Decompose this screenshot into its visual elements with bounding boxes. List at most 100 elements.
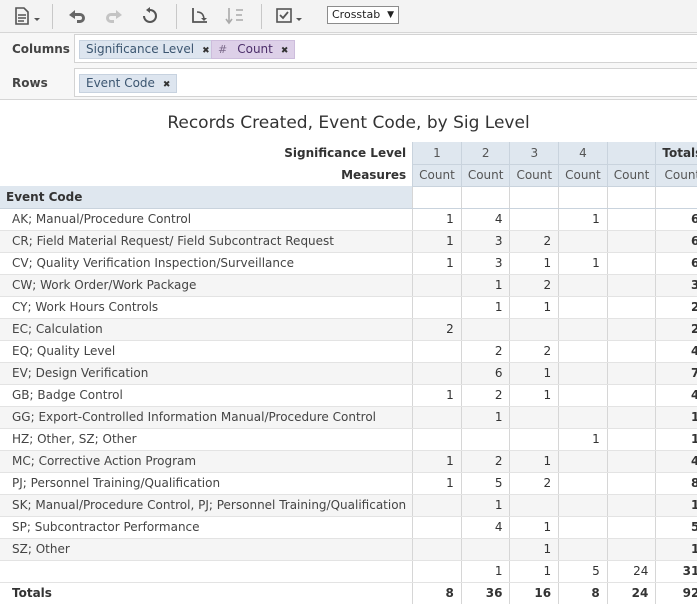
columns-dropzone[interactable]: Significance Level ✖ # Count ✖ — [74, 34, 697, 63]
count-cell[interactable]: 6 — [460, 362, 510, 385]
count-cell[interactable] — [606, 274, 656, 297]
table-row[interactable]: MC; Corrective Action Program1214 — [0, 450, 697, 473]
count-cell[interactable] — [412, 340, 462, 363]
count-cell[interactable]: 1 — [412, 450, 462, 473]
count-cell[interactable]: 3 — [460, 252, 510, 275]
measure-pill[interactable]: # Count ✖ — [211, 40, 296, 59]
count-cell[interactable]: 1 — [412, 230, 462, 253]
row-label[interactable]: CV; Quality Verification Inspection/Surv… — [0, 252, 413, 275]
count-cell[interactable] — [412, 362, 462, 385]
count-cell[interactable] — [606, 428, 656, 451]
reset-icon[interactable] — [137, 5, 163, 27]
count-cell[interactable]: 1 — [509, 560, 559, 583]
count-cell[interactable] — [509, 318, 559, 341]
row-dimension-label[interactable]: Event Code — [0, 186, 413, 209]
count-cell[interactable]: 1 — [509, 384, 559, 407]
count-cell[interactable]: 4 — [460, 516, 510, 539]
count-cell[interactable] — [558, 274, 608, 297]
table-row[interactable]: CV; Quality Verification Inspection/Surv… — [0, 252, 697, 275]
count-cell[interactable]: 5 — [460, 472, 510, 495]
count-cell[interactable]: 1 — [509, 296, 559, 319]
remove-icon[interactable]: ✖ — [281, 46, 289, 56]
table-row[interactable]: EQ; Quality Level 22 4 — [0, 340, 697, 363]
column-header[interactable]: 3 — [509, 142, 559, 165]
redo-icon[interactable] — [101, 5, 127, 27]
count-cell[interactable]: 1 — [509, 450, 559, 473]
column-field-pill[interactable]: Significance Level ✖ — [79, 40, 217, 59]
count-cell[interactable] — [509, 208, 559, 231]
count-cell[interactable] — [558, 538, 608, 561]
count-cell[interactable]: 2 — [460, 340, 510, 363]
table-row[interactable]: CR; Field Material Request/ Field Subcon… — [0, 230, 697, 253]
count-cell[interactable]: 3 — [460, 230, 510, 253]
count-cell[interactable] — [606, 296, 656, 319]
count-cell[interactable] — [412, 428, 462, 451]
count-cell[interactable] — [412, 406, 462, 429]
sort-icon[interactable] — [222, 5, 248, 27]
count-cell[interactable] — [412, 296, 462, 319]
count-cell[interactable] — [606, 362, 656, 385]
row-label[interactable]: SZ; Other — [0, 538, 413, 561]
count-cell[interactable] — [558, 340, 608, 363]
remove-icon[interactable]: ✖ — [163, 80, 171, 90]
row-label[interactable]: AK; Manual/Procedure Control — [0, 208, 413, 231]
count-cell[interactable]: 2 — [509, 340, 559, 363]
table-row[interactable]: 1152431 — [0, 560, 697, 583]
remove-icon[interactable]: ✖ — [202, 46, 210, 56]
count-cell[interactable] — [558, 450, 608, 473]
count-cell[interactable] — [558, 406, 608, 429]
count-cell[interactable]: 5 — [558, 560, 608, 583]
row-label[interactable]: PJ; Personnel Training/Qualification — [0, 472, 413, 495]
count-cell[interactable] — [558, 362, 608, 385]
swap-axes-icon[interactable] — [187, 5, 213, 27]
column-header[interactable]: 4 — [558, 142, 608, 165]
row-label[interactable]: CW; Work Order/Work Package — [0, 274, 413, 297]
row-label[interactable]: HZ; Other, SZ; Other — [0, 428, 413, 451]
count-cell[interactable] — [606, 516, 656, 539]
count-cell[interactable]: 2 — [460, 450, 510, 473]
table-row[interactable]: SZ; Other 1 1 — [0, 538, 697, 561]
row-label[interactable]: SP; Subcontractor Performance — [0, 516, 413, 539]
count-cell[interactable] — [509, 406, 559, 429]
count-cell[interactable] — [606, 230, 656, 253]
table-row[interactable]: CW; Work Order/Work Package 12 3 — [0, 274, 697, 297]
count-cell[interactable]: 1 — [509, 538, 559, 561]
count-cell[interactable] — [606, 384, 656, 407]
column-header[interactable]: 1 — [412, 142, 462, 165]
row-label[interactable]: GG; Export-Controlled Information Manual… — [0, 406, 413, 429]
table-row[interactable]: PJ; Personnel Training/Qualification152 8 — [0, 472, 697, 495]
row-label[interactable]: CR; Field Material Request/ Field Subcon… — [0, 230, 413, 253]
count-cell[interactable]: 1 — [509, 252, 559, 275]
count-cell[interactable] — [606, 340, 656, 363]
count-cell[interactable] — [606, 450, 656, 473]
view-type-select[interactable]: Crosstab ▼ — [327, 6, 399, 24]
count-cell[interactable]: 1 — [460, 406, 510, 429]
row-field-pill[interactable]: Event Code ✖ — [79, 74, 178, 93]
count-cell[interactable] — [558, 318, 608, 341]
count-cell[interactable]: 1 — [460, 274, 510, 297]
export-icon[interactable] — [10, 5, 44, 27]
count-cell[interactable] — [412, 274, 462, 297]
row-label[interactable]: CY; Work Hours Controls — [0, 296, 413, 319]
table-row[interactable]: AK; Manual/Procedure Control1416 — [0, 208, 697, 231]
count-cell[interactable]: 2 — [412, 318, 462, 341]
table-row[interactable]: GG; Export-Controlled Information Manual… — [0, 406, 697, 429]
count-cell[interactable]: 1 — [412, 208, 462, 231]
options-icon[interactable] — [272, 5, 308, 27]
count-cell[interactable] — [606, 494, 656, 517]
table-row[interactable]: SK; Manual/Procedure Control, PJ; Person… — [0, 494, 697, 517]
table-row[interactable]: EV; Design Verification 61 7 — [0, 362, 697, 385]
count-cell[interactable]: 1 — [412, 252, 462, 275]
count-cell[interactable] — [460, 538, 510, 561]
row-label[interactable]: EV; Design Verification — [0, 362, 413, 385]
column-header[interactable]: 2 — [460, 142, 510, 165]
count-cell[interactable] — [412, 494, 462, 517]
count-cell[interactable]: 1 — [509, 362, 559, 385]
count-cell[interactable]: 1 — [558, 252, 608, 275]
count-cell[interactable] — [558, 384, 608, 407]
count-cell[interactable]: 1 — [460, 296, 510, 319]
count-cell[interactable] — [606, 208, 656, 231]
undo-icon[interactable] — [64, 5, 90, 27]
count-cell[interactable]: 2 — [460, 384, 510, 407]
count-cell[interactable]: 4 — [460, 208, 510, 231]
